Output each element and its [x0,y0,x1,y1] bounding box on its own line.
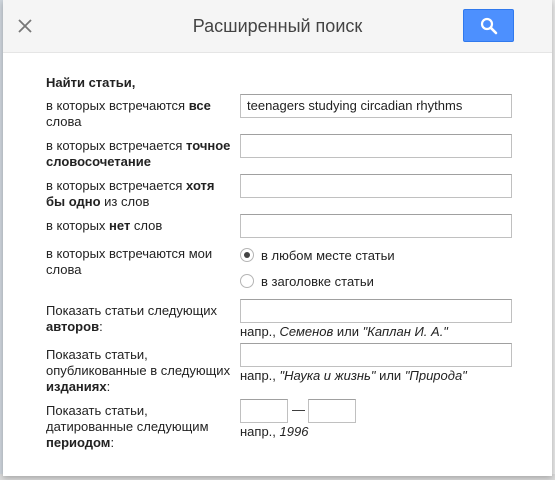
close-icon [18,19,32,33]
exact-phrase-label: в которых встречается точное словосочета… [46,138,231,169]
publications-input[interactable] [240,343,512,367]
period-separator: — [292,402,305,417]
authors-hint: напр., Семенов или "Каплан И. А." [240,324,448,339]
occurrence-label: в которых встречаются мои слова [46,246,213,277]
authors-input[interactable] [240,299,512,323]
form-heading: Найти статьи, [46,75,136,90]
authors-label: Показать статьи следующих авторов: [46,303,218,334]
any-words-label: в которых встречается хотя бы одно из сл… [46,178,215,209]
search-button[interactable] [463,9,514,42]
publications-label: Показать статьи, опубликованные в следую… [46,347,231,394]
any-words-input[interactable] [240,174,512,198]
search-icon [480,17,497,34]
radio-in-title[interactable]: в заголовке статьи [240,272,374,290]
all-words-label: в которых встречаются все слова [46,98,211,129]
period-from-input[interactable] [240,399,288,423]
dialog-header: Расширенный поиск [3,0,552,53]
none-words-label: в которых нет слов [46,218,163,233]
radio-button[interactable] [240,274,254,288]
period-hint: напр., 1996 [240,424,309,439]
all-words-input[interactable]: teenagers studying circadian rhythms [240,94,512,118]
publications-hint: напр., "Наука и жизнь" или "Природа" [240,368,467,383]
radio-in-title-label: в заголовке статьи [261,273,374,289]
radio-button-selected[interactable] [240,248,254,262]
radio-anywhere[interactable]: в любом месте статьи [240,246,395,264]
radio-dot [244,252,250,258]
advanced-search-dialog: Расширенный поиск Найти статьи, в которы… [3,0,552,476]
none-words-input[interactable] [240,214,512,238]
radio-anywhere-label: в любом месте статьи [261,247,395,263]
close-button[interactable] [11,12,39,40]
period-label: Показать статьи, датированные следующим … [46,403,209,450]
period-to-input[interactable] [308,399,356,423]
exact-phrase-input[interactable] [240,134,512,158]
